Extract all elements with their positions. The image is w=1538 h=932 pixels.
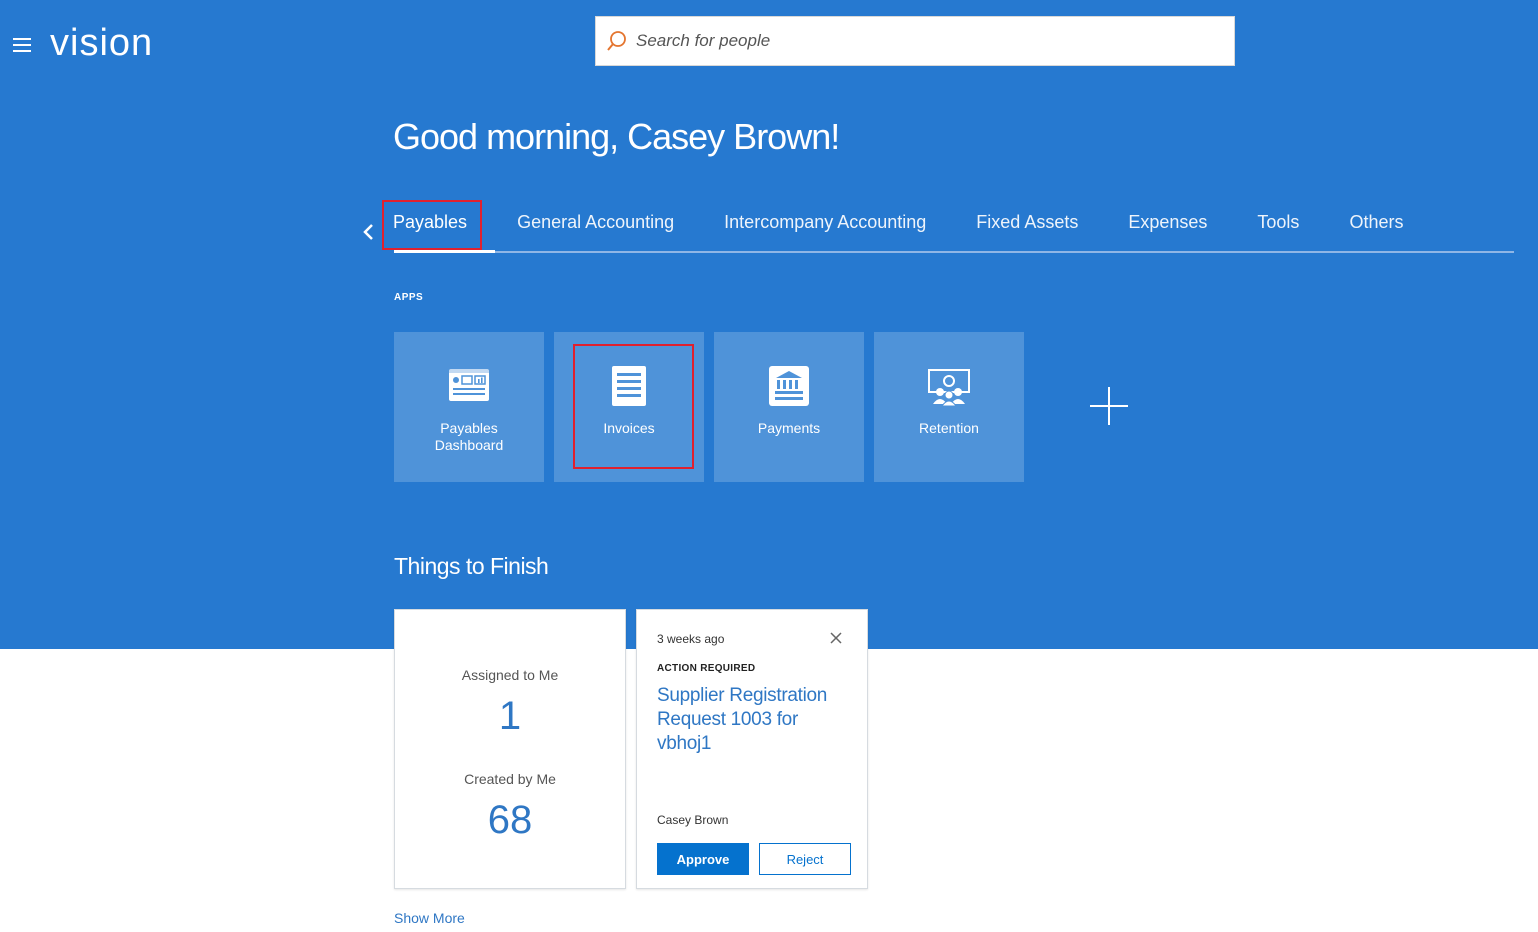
summary-card: Assigned to Me 1 Created by Me 68: [394, 609, 626, 889]
assigned-to-me-count[interactable]: 1: [395, 694, 625, 739]
task-person: Casey Brown: [657, 813, 729, 827]
app-tile-retention[interactable]: Retention: [874, 332, 1024, 482]
tab-bar: Payables General Accounting Intercompany…: [393, 212, 1453, 249]
tab-fixed-assets[interactable]: Fixed Assets: [976, 212, 1078, 249]
retention-icon: [928, 369, 970, 406]
tab-others[interactable]: Others: [1349, 212, 1403, 249]
app-tile-label: Payables Dashboard: [434, 420, 504, 453]
apps-section-label: APPS: [394, 292, 424, 303]
tabs-divider: [394, 251, 1514, 253]
hero-banner: [0, 0, 1538, 649]
app-logo[interactable]: vision: [50, 22, 153, 65]
created-by-me-count[interactable]: 68: [395, 798, 625, 843]
tab-tools[interactable]: Tools: [1257, 212, 1299, 249]
things-to-finish-title: Things to Finish: [394, 553, 549, 579]
tab-expenses[interactable]: Expenses: [1128, 212, 1207, 249]
greeting-title: Good morning, Casey Brown!: [393, 116, 840, 157]
close-icon[interactable]: [830, 632, 842, 644]
task-timestamp: 3 weeks ago: [657, 632, 725, 646]
tab-general-accounting[interactable]: General Accounting: [517, 212, 674, 249]
highlight-box-payables: [382, 200, 482, 250]
bank-icon: [769, 366, 809, 406]
task-title-link[interactable]: Supplier Registration Request 1003 for v…: [657, 684, 857, 756]
search-icon: [607, 31, 626, 51]
approve-button[interactable]: Approve: [657, 843, 749, 875]
task-card: 3 weeks ago ACTION REQUIRED Supplier Reg…: [636, 609, 868, 889]
search-input[interactable]: [636, 31, 1216, 51]
show-more-link[interactable]: Show More: [394, 910, 465, 926]
chevron-left-icon[interactable]: [361, 222, 377, 242]
assigned-to-me-label: Assigned to Me: [461, 667, 559, 683]
created-by-me-label: Created by Me: [464, 771, 556, 787]
action-required-label: ACTION REQUIRED: [657, 663, 756, 674]
search-bar[interactable]: [595, 16, 1235, 66]
dashboard-icon: [449, 369, 489, 401]
active-tab-indicator: [394, 250, 495, 253]
add-icon[interactable]: [1089, 386, 1129, 426]
app-tile-payments[interactable]: Payments: [714, 332, 864, 482]
app-tile-label: Retention: [919, 420, 979, 436]
highlight-box-invoices: [573, 344, 694, 469]
reject-button[interactable]: Reject: [759, 843, 851, 875]
app-tile-label: Payments: [757, 420, 821, 436]
menu-icon[interactable]: [13, 38, 31, 52]
app-tile-payables-dashboard[interactable]: Payables Dashboard: [394, 332, 544, 482]
tab-intercompany-accounting[interactable]: Intercompany Accounting: [724, 212, 926, 249]
